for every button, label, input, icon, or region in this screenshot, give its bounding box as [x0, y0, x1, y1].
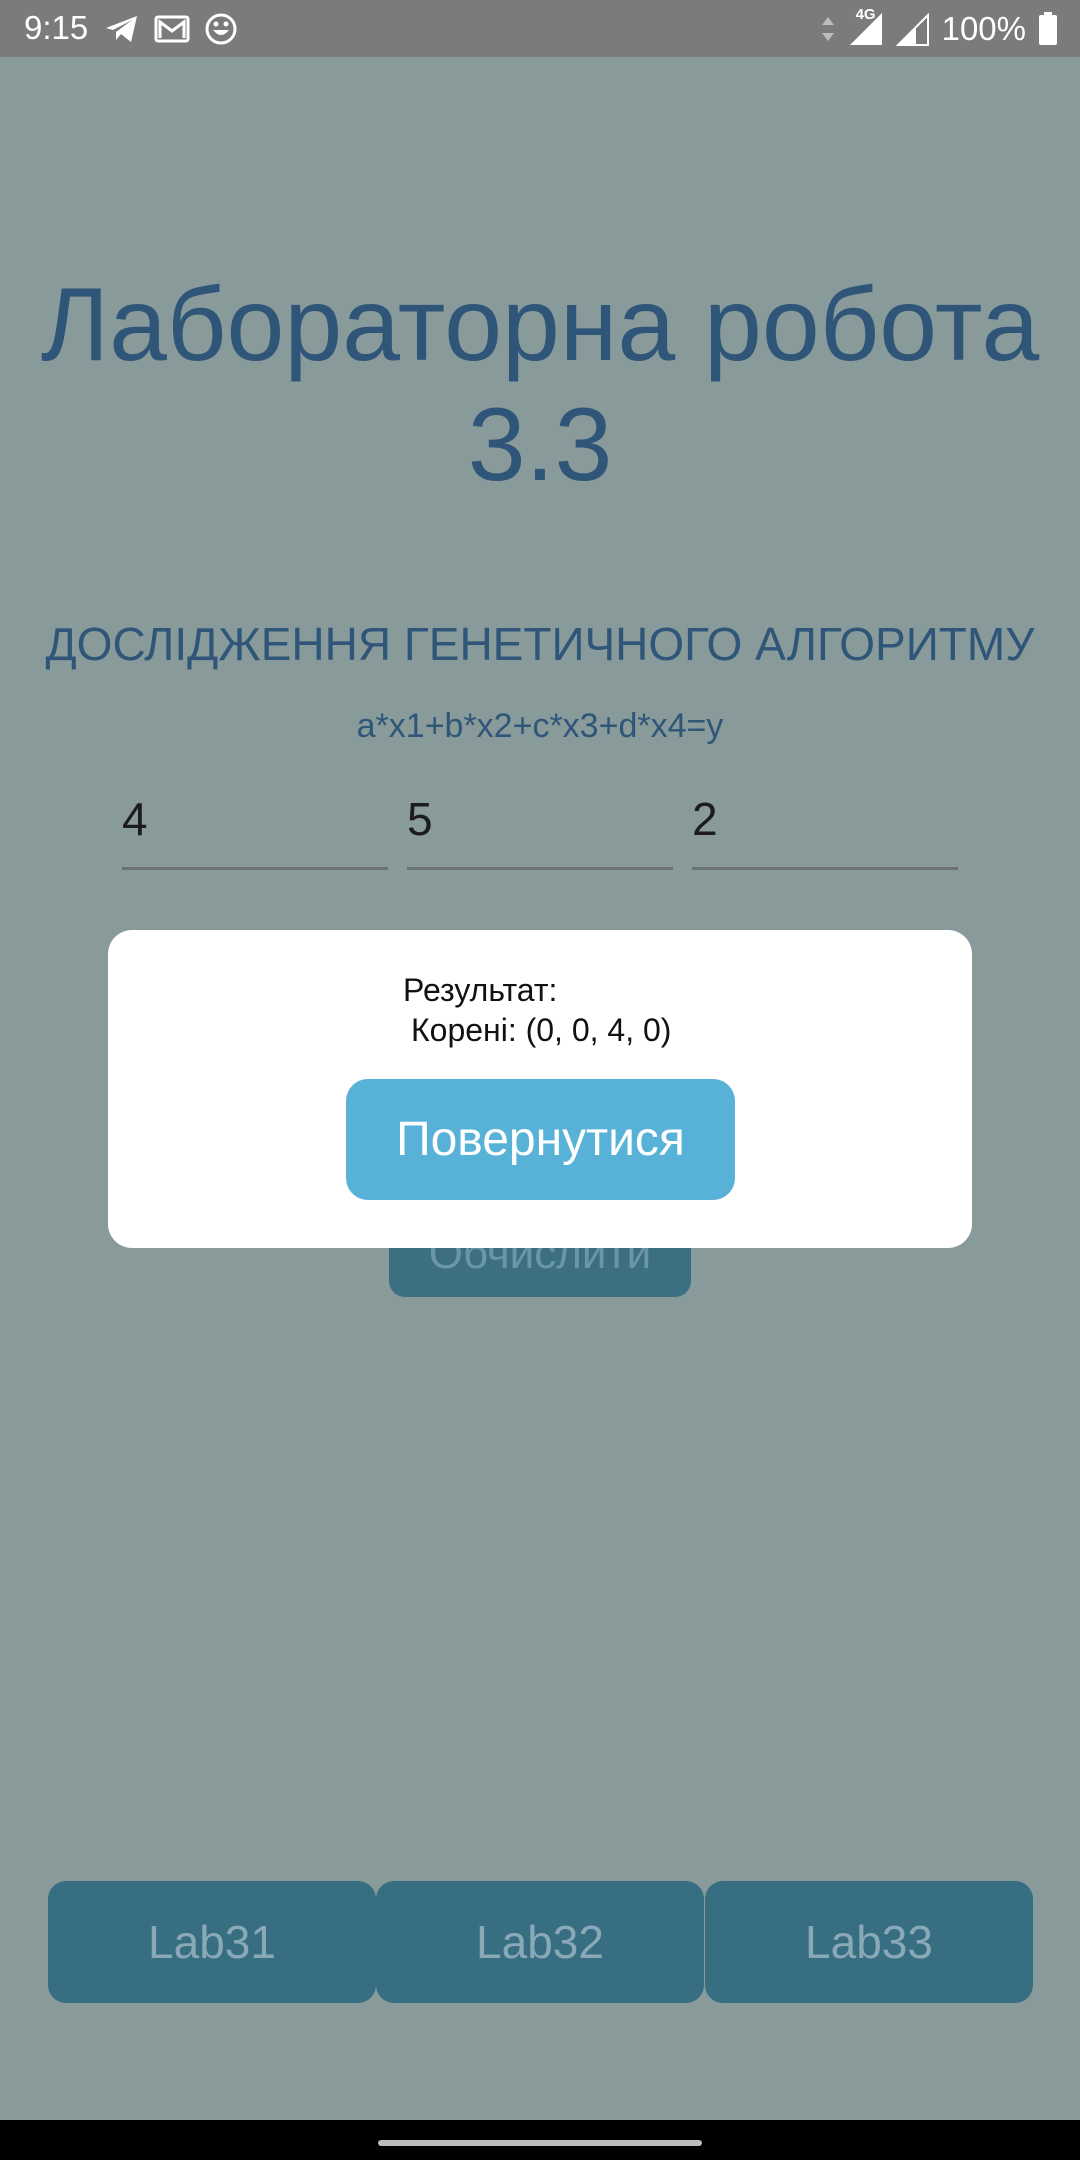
status-bar: 9:15 4G 100% [0, 0, 1080, 57]
page-title: Лабораторна робота 3.3 [0, 265, 1080, 505]
result-roots: Корені: (0, 0, 4, 0) [411, 1012, 672, 1048]
notification-icons [104, 8, 238, 50]
battery-percent: 100% [941, 10, 1026, 47]
coefficient-input-c[interactable] [692, 780, 958, 870]
formula-text: a*x1+b*x2+c*x3+d*x4=y [356, 707, 724, 745]
tab-lab32[interactable]: Lab32 [376, 1881, 704, 2003]
system-status: 4G 100% [820, 6, 1058, 50]
result-dialog: Результат: Корені: (0, 0, 4, 0) Повернут… [108, 930, 972, 1248]
page-subtitle: ДОСЛІДЖЕННЯ ГЕНЕТИЧНОГО АЛГОРИТМУ [45, 618, 1035, 670]
home-handle[interactable] [378, 2140, 702, 2146]
return-button[interactable]: Повернутися [346, 1079, 735, 1200]
battery-icon [1039, 12, 1057, 45]
signal-icon [895, 12, 929, 46]
status-time: 9:15 [24, 9, 89, 46]
emoji-app-icon [205, 13, 237, 45]
data-arrows-icon [821, 17, 834, 41]
title-line-1: Лабораторна робота [40, 267, 1040, 383]
network-type: 4G [848, 6, 884, 46]
coefficient-input-b[interactable] [407, 780, 673, 870]
title-line-2: 3.3 [467, 387, 613, 503]
tab-lab31[interactable]: Lab31 [48, 1881, 376, 2003]
coefficient-input-a[interactable] [122, 780, 388, 870]
gmail-icon [154, 15, 190, 43]
result-label: Результат: [403, 972, 558, 1008]
telegram-icon [106, 16, 137, 42]
tab-lab33[interactable]: Lab33 [705, 1881, 1033, 2003]
